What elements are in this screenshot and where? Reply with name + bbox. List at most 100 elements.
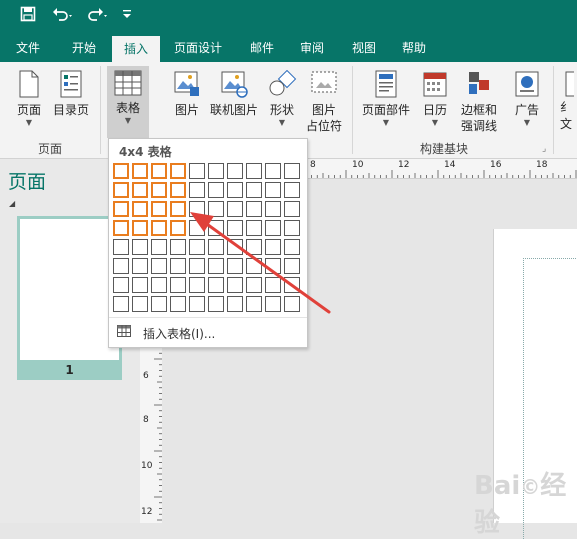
grid-cell[interactable] (132, 163, 148, 179)
borders-accents-button[interactable]: 边框和 强调线 (456, 70, 502, 134)
grid-cell[interactable] (208, 220, 224, 236)
grid-cell[interactable] (246, 296, 262, 312)
tab-review[interactable]: 审阅 (290, 34, 334, 62)
grid-cell[interactable] (113, 163, 129, 179)
grid-cell[interactable] (132, 220, 148, 236)
grid-cell[interactable] (151, 182, 167, 198)
shapes-button[interactable]: 形状 ▼ (264, 69, 300, 128)
grid-cell[interactable] (227, 201, 243, 217)
calendar-button[interactable]: 日历 ▼ (418, 70, 452, 128)
grid-cell[interactable] (208, 182, 224, 198)
grid-cell[interactable] (208, 239, 224, 255)
tab-insert[interactable]: 插入 (112, 36, 160, 62)
save-icon[interactable] (20, 6, 36, 27)
grid-cell[interactable] (189, 239, 205, 255)
grid-cell[interactable] (265, 182, 281, 198)
grid-cell[interactable] (284, 163, 300, 179)
grid-cell[interactable] (189, 277, 205, 293)
grid-cell[interactable] (151, 258, 167, 274)
grid-cell[interactable] (151, 220, 167, 236)
picture-placeholder-button[interactable]: 图片 占位符 (302, 70, 346, 134)
grid-cell[interactable] (227, 239, 243, 255)
grid-cell[interactable] (170, 182, 186, 198)
grid-cell[interactable] (284, 201, 300, 217)
grid-cell[interactable] (208, 296, 224, 312)
grid-cell[interactable] (132, 182, 148, 198)
grid-cell[interactable] (284, 296, 300, 312)
grid-cell[interactable] (246, 220, 262, 236)
grid-cell[interactable] (113, 239, 129, 255)
grid-cell[interactable] (208, 201, 224, 217)
insert-table-menu-item[interactable]: 插入表格(I)... (115, 321, 301, 343)
grid-cell[interactable] (170, 258, 186, 274)
page-thumbnail[interactable]: 1 (17, 216, 122, 380)
page-button[interactable]: 页面 ▼ (10, 70, 48, 128)
grid-cell[interactable] (151, 201, 167, 217)
grid-cell[interactable] (189, 220, 205, 236)
grid-cell[interactable] (132, 258, 148, 274)
grid-cell[interactable] (246, 258, 262, 274)
grid-cell[interactable] (151, 163, 167, 179)
grid-cell[interactable] (189, 182, 205, 198)
picture-button[interactable]: 图片 (168, 70, 206, 118)
page-parts-button[interactable]: 页面部件 ▼ (358, 70, 414, 128)
grid-cell[interactable] (189, 201, 205, 217)
grid-cell[interactable] (246, 163, 262, 179)
text-box-button[interactable]: 纟 文 (560, 70, 577, 132)
grid-cell[interactable] (170, 277, 186, 293)
grid-cell[interactable] (170, 220, 186, 236)
grid-cell[interactable] (284, 182, 300, 198)
grid-cell[interactable] (113, 277, 129, 293)
grid-cell[interactable] (132, 201, 148, 217)
grid-cell[interactable] (265, 201, 281, 217)
grid-cell[interactable] (246, 201, 262, 217)
grid-cell[interactable] (227, 258, 243, 274)
grid-cell[interactable] (189, 258, 205, 274)
grid-cell[interactable] (284, 220, 300, 236)
dialog-launcher-icon[interactable]: ⌟ (542, 144, 546, 154)
online-picture-button[interactable]: 联机图片 (208, 70, 260, 118)
grid-cell[interactable] (113, 258, 129, 274)
grid-cell[interactable] (170, 239, 186, 255)
grid-cell[interactable] (170, 296, 186, 312)
grid-cell[interactable] (284, 258, 300, 274)
grid-cell[interactable] (113, 201, 129, 217)
grid-cell[interactable] (227, 220, 243, 236)
tab-home[interactable]: 开始 (62, 34, 106, 62)
grid-cell[interactable] (151, 239, 167, 255)
grid-cell[interactable] (113, 182, 129, 198)
customize-icon[interactable] (122, 6, 132, 27)
grid-cell[interactable] (227, 182, 243, 198)
grid-cell[interactable] (170, 163, 186, 179)
redo-icon[interactable] (86, 6, 108, 27)
grid-cell[interactable] (265, 163, 281, 179)
grid-cell[interactable] (170, 201, 186, 217)
undo-icon[interactable] (52, 6, 74, 27)
grid-cell[interactable] (151, 296, 167, 312)
grid-cell[interactable] (265, 220, 281, 236)
grid-cell[interactable] (246, 277, 262, 293)
grid-cell[interactable] (132, 239, 148, 255)
grid-cell[interactable] (208, 277, 224, 293)
grid-cell[interactable] (208, 163, 224, 179)
grid-cell[interactable] (227, 277, 243, 293)
grid-cell[interactable] (227, 163, 243, 179)
tab-view[interactable]: 视图 (342, 34, 386, 62)
grid-cell[interactable] (189, 296, 205, 312)
tab-page-design[interactable]: 页面设计 (166, 34, 230, 62)
toc-button[interactable]: 目录页 (48, 70, 94, 118)
tab-file[interactable]: 文件 (6, 34, 50, 62)
collapse-triangle-icon[interactable]: ◢ (9, 199, 15, 208)
grid-cell[interactable] (132, 296, 148, 312)
ads-button[interactable]: 广告 ▼ (508, 70, 546, 128)
grid-cell[interactable] (246, 182, 262, 198)
grid-cell[interactable] (246, 239, 262, 255)
grid-cell[interactable] (265, 239, 281, 255)
grid-cell[interactable] (227, 296, 243, 312)
grid-cell[interactable] (265, 277, 281, 293)
grid-cell[interactable] (132, 277, 148, 293)
grid-cell[interactable] (284, 277, 300, 293)
grid-cell[interactable] (113, 296, 129, 312)
grid-cell[interactable] (265, 258, 281, 274)
tab-mailings[interactable]: 邮件 (240, 34, 284, 62)
